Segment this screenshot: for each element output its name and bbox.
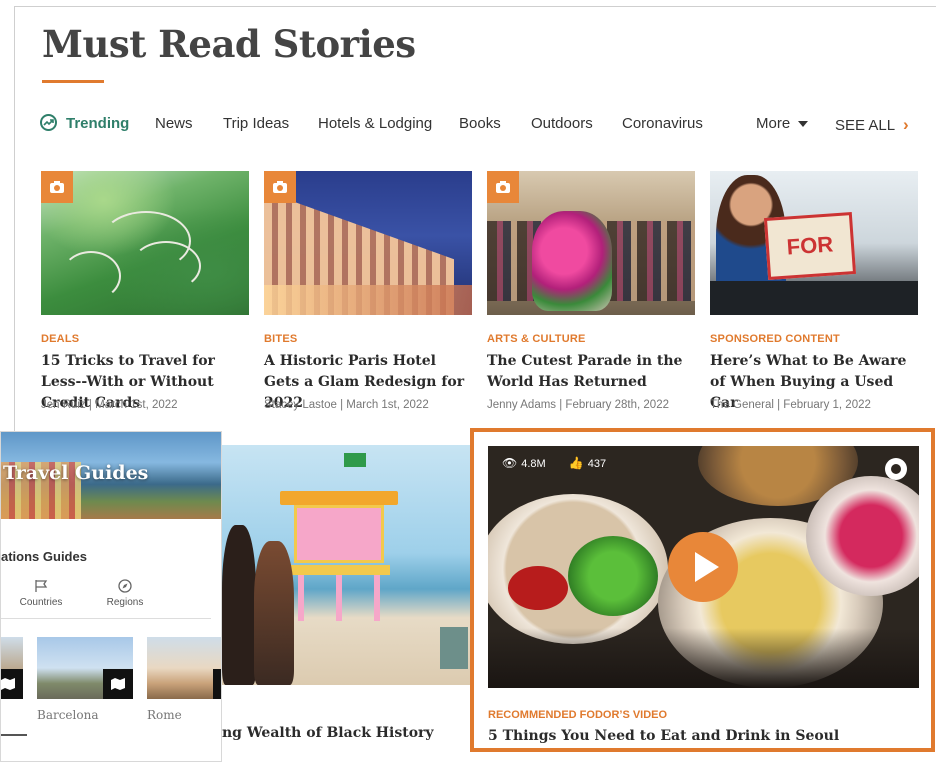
story-image[interactable]: FOR SALE bbox=[710, 171, 918, 315]
camera-icon bbox=[487, 171, 519, 203]
road-shape bbox=[131, 241, 201, 291]
views-stat: 👁 4.8M bbox=[502, 456, 556, 470]
destination-card[interactable] bbox=[37, 637, 133, 699]
tab-trending[interactable]: Trending bbox=[66, 115, 129, 132]
guides-subtitle: ations Guides bbox=[1, 549, 87, 564]
story-card[interactable]: ARTS & CULTURE The Cutest Parade in the … bbox=[487, 171, 695, 411]
costume-shape bbox=[532, 211, 612, 311]
travel-guides-panel[interactable]: Travel Guides ations Guides Countries Re… bbox=[0, 431, 222, 762]
page-title: Must Read Stories bbox=[42, 22, 416, 66]
thumbs-up-icon: 👍 bbox=[568, 456, 584, 470]
video-title[interactable]: 5 Things You Need to Eat and Drink in Se… bbox=[488, 728, 839, 744]
video-player[interactable]: 👁 4.8M 👍 437 bbox=[488, 446, 919, 688]
tower-roof bbox=[280, 491, 398, 505]
trending-icon bbox=[40, 114, 57, 131]
more-label: More bbox=[756, 115, 791, 132]
person-shape bbox=[222, 525, 256, 685]
story-category[interactable]: DEALS bbox=[41, 333, 79, 345]
title-underline bbox=[42, 80, 104, 83]
location-icon[interactable] bbox=[885, 458, 907, 480]
compass-icon bbox=[118, 579, 132, 593]
tower-cabin bbox=[294, 505, 384, 563]
broccoli-shape bbox=[568, 536, 658, 616]
video-shade bbox=[488, 628, 919, 688]
likes-stat: 👍 437 bbox=[568, 456, 616, 470]
divider bbox=[1, 734, 27, 736]
lifeguard-tower bbox=[280, 491, 398, 621]
destination-card[interactable] bbox=[1, 637, 23, 699]
story-byline: Jen Ruiz | March 1st, 2022 bbox=[41, 399, 178, 411]
video-stats: 👁 4.8M 👍 437 bbox=[502, 456, 626, 470]
story-image-beach[interactable] bbox=[222, 445, 470, 685]
destination-label[interactable]: Barcelona bbox=[37, 708, 98, 722]
story-headline[interactable]: The Cutest Parade in the World Has Retur… bbox=[487, 351, 702, 393]
views-count: 4.8M bbox=[521, 458, 546, 470]
map-icon[interactable] bbox=[213, 669, 221, 699]
car-dash-shape bbox=[710, 281, 918, 315]
see-all-link[interactable]: SEE ALL › bbox=[835, 115, 909, 135]
tab-countries[interactable]: Countries bbox=[11, 579, 71, 608]
story-category[interactable]: ARTS & CULTURE bbox=[487, 333, 586, 345]
tab-regions-label: Regions bbox=[106, 597, 144, 608]
play-button[interactable] bbox=[668, 532, 738, 602]
road-shape bbox=[61, 251, 121, 301]
story-byline: Stacey Lastoe | March 1st, 2022 bbox=[264, 399, 429, 411]
likes-count: 437 bbox=[587, 458, 607, 470]
sauce-shape bbox=[508, 566, 568, 610]
story-image[interactable] bbox=[41, 171, 249, 315]
person-shape bbox=[254, 541, 294, 685]
story-image[interactable] bbox=[487, 171, 695, 315]
tab-hotels-lodging[interactable]: Hotels & Lodging bbox=[318, 115, 432, 132]
tab-coronavirus[interactable]: Coronavirus bbox=[622, 115, 703, 132]
see-all-label: SEE ALL bbox=[835, 117, 896, 134]
street-glow bbox=[264, 285, 472, 315]
camera-icon bbox=[41, 171, 73, 203]
story-card[interactable]: DEALS 15 Tricks to Travel for Less--With… bbox=[41, 171, 249, 411]
story-category[interactable]: BITES bbox=[264, 333, 297, 345]
story-byline: Jenny Adams | February 28th, 2022 bbox=[487, 399, 669, 411]
story-category[interactable]: SPONSORED CONTENT bbox=[710, 333, 840, 345]
video-category[interactable]: RECOMMENDED FODOR’S VIDEO bbox=[488, 709, 667, 721]
flag-shape bbox=[344, 453, 366, 467]
story-card[interactable]: BITES A Historic Paris Hotel Gets a Glam… bbox=[264, 171, 472, 411]
for-sale-sign: FOR SALE bbox=[763, 212, 857, 315]
trash-bin-shape bbox=[440, 627, 468, 669]
story-card[interactable]: FOR SALE SPONSORED CONTENT Here’s What t… bbox=[710, 171, 918, 411]
tower-legs bbox=[298, 575, 380, 621]
story-image[interactable] bbox=[264, 171, 472, 315]
tab-news[interactable]: News bbox=[155, 115, 193, 132]
tower-deck bbox=[288, 565, 390, 575]
guides-title: Travel Guides bbox=[3, 462, 149, 484]
tab-outdoors[interactable]: Outdoors bbox=[531, 115, 593, 132]
story-headline[interactable]: ng Wealth of Black History bbox=[222, 725, 434, 741]
caret-down-icon bbox=[798, 121, 809, 128]
map-icon[interactable] bbox=[1, 669, 23, 699]
chevron-right-icon: › bbox=[903, 115, 909, 134]
story-byline: The General | February 1, 2022 bbox=[710, 399, 871, 411]
tab-countries-label: Countries bbox=[19, 597, 63, 608]
destination-card[interactable] bbox=[147, 637, 221, 699]
camera-icon bbox=[264, 171, 296, 203]
map-icon[interactable] bbox=[103, 669, 133, 699]
category-nav: Trending News Trip Ideas Hotels & Lodgin… bbox=[40, 112, 920, 136]
more-dropdown[interactable]: More bbox=[756, 115, 809, 132]
tab-regions[interactable]: Regions bbox=[95, 579, 155, 608]
eye-icon: 👁 bbox=[502, 456, 518, 470]
tab-books[interactable]: Books bbox=[459, 115, 501, 132]
flag-icon bbox=[35, 580, 48, 592]
destination-label[interactable]: Rome bbox=[147, 708, 182, 722]
divider bbox=[1, 618, 211, 619]
recommended-video-card[interactable]: 👁 4.8M 👍 437 RECOMMENDED FODOR’S VIDEO 5 T… bbox=[470, 428, 935, 752]
tab-trip-ideas[interactable]: Trip Ideas bbox=[223, 115, 289, 132]
